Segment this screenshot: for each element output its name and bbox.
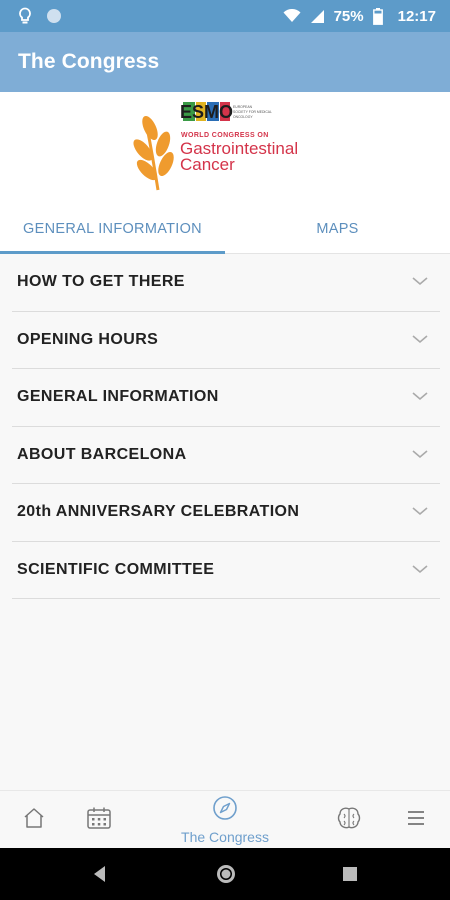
chevron-down-icon [412,503,428,521]
accordion-item-label: ABOUT BARCELONA [17,445,187,463]
status-bar: 75% 12:17 [0,0,450,32]
back-icon[interactable] [91,862,107,891]
accordion-item-label: HOW TO GET THERE [17,273,185,291]
compass-icon [212,795,238,826]
tab-general-information[interactable]: GENERAL INFORMATION [0,204,225,254]
home-button-icon[interactable] [214,862,238,891]
chevron-down-icon [412,273,428,291]
accordion-item-label: GENERAL INFORMATION [17,388,219,406]
nav-home[interactable] [12,791,56,849]
tab-label: MAPS [316,220,359,237]
tab-maps[interactable]: MAPS [225,204,450,253]
nav-active-label: The Congress [181,829,269,845]
app-bar: The Congress [0,32,450,92]
nav-brain[interactable] [327,791,371,849]
calendar-icon [86,806,112,835]
accordion-item-label: SCIENTIFIC COMMITTEE [17,560,215,578]
nav-menu[interactable] [394,791,438,849]
circle-icon [46,8,62,24]
congress-logo: ESMO EUROPEAN SOCIETY FOR MEDICAL ONCOLO… [133,102,298,191]
chevron-down-icon [412,331,428,349]
page-title: The Congress [18,50,160,73]
accordion-item-opening-hours[interactable]: OPENING HOURS [12,312,440,369]
banner-title-line2: Cancer [180,155,235,174]
svg-text:SOCIETY FOR MEDICAL: SOCIETY FOR MEDICAL [233,110,272,114]
svg-text:ONCOLOGY: ONCOLOGY [233,115,253,119]
wifi-icon [283,9,301,23]
brain-icon [336,806,362,835]
tab-label: GENERAL INFORMATION [23,220,202,237]
system-nav-bar [0,848,450,900]
svg-text:EUROPEAN: EUROPEAN [233,105,253,109]
nav-calendar[interactable] [77,791,121,849]
bulb-icon [18,7,32,25]
menu-icon [406,809,426,832]
svg-text:ESMO: ESMO [180,102,233,122]
info-accordion: HOW TO GET THERE OPENING HOURS GENERAL I… [12,254,440,599]
esmo-logo: ESMO EUROPEAN SOCIETY FOR MEDICAL ONCOLO… [180,102,272,122]
home-icon [22,806,46,835]
wheat-logo-icon [133,115,174,191]
chevron-down-icon [412,388,428,406]
tab-bar: GENERAL INFORMATION MAPS [0,204,450,254]
chevron-down-icon [412,446,428,464]
battery-percent: 75% [333,7,364,25]
accordion-item-anniversary-celebration[interactable]: 20th ANNIVERSARY CELEBRATION [12,484,440,542]
accordion-item-general-information[interactable]: GENERAL INFORMATION [12,369,440,427]
signal-icon [310,9,325,24]
nav-the-congress[interactable]: The Congress [170,791,280,849]
recents-icon[interactable] [341,865,359,888]
banner-subtitle: WORLD CONGRESS ON [181,132,269,139]
accordion-item-label: 20th ANNIVERSARY CELEBRATION [17,503,300,521]
accordion-item-about-barcelona[interactable]: ABOUT BARCELONA [12,427,440,484]
battery-icon [372,7,383,25]
congress-banner: ESMO EUROPEAN SOCIETY FOR MEDICAL ONCOLO… [0,92,450,204]
chevron-down-icon [412,561,428,579]
accordion-item-how-to-get-there[interactable]: HOW TO GET THERE [12,254,440,312]
bottom-nav: The Congress [0,790,450,848]
status-time: 12:17 [397,7,436,25]
accordion-item-label: OPENING HOURS [17,330,159,348]
status-right: 75% 12:17 [283,7,436,25]
status-left [18,7,62,25]
accordion-item-scientific-committee[interactable]: SCIENTIFIC COMMITTEE [12,542,440,599]
